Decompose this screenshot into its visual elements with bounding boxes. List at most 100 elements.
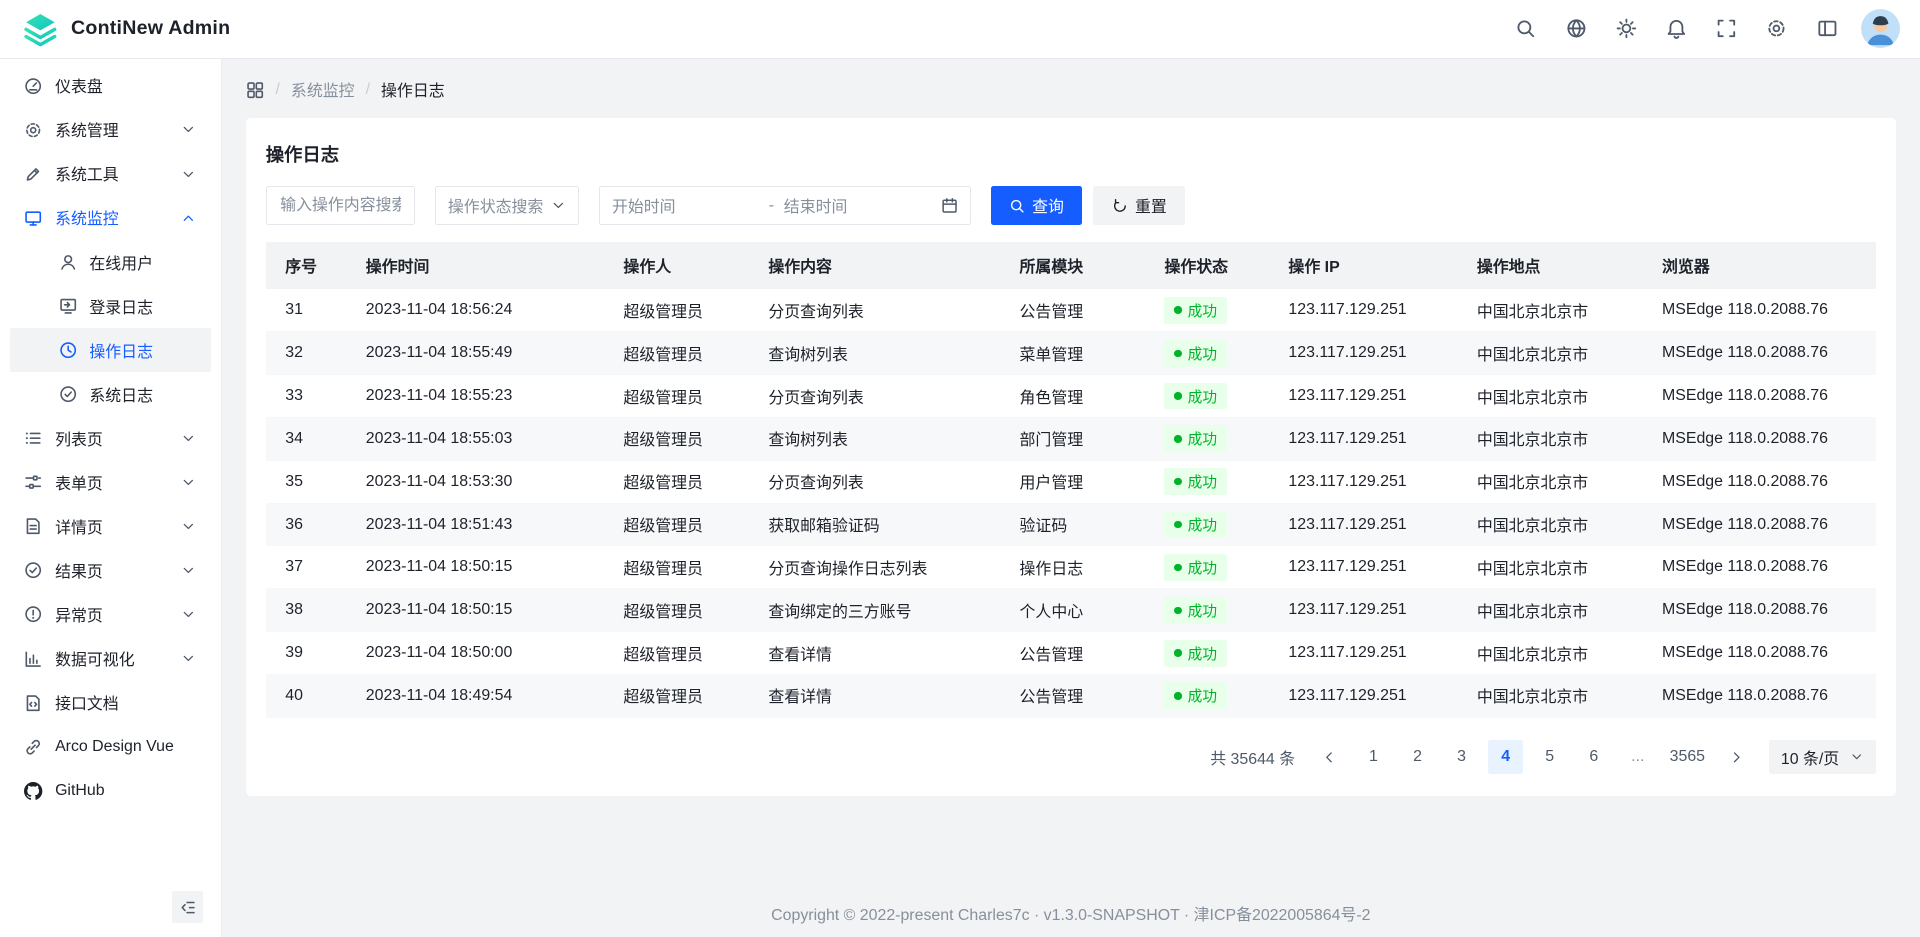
column-header: 序号	[266, 242, 347, 289]
detail-icon	[24, 517, 42, 535]
column-header: 操作时间	[346, 242, 604, 289]
search-icon[interactable]	[1506, 9, 1545, 48]
cell-operator: 超级管理员	[604, 675, 749, 718]
sidebar-item-online-users[interactable]: 在线用户	[10, 240, 211, 284]
operation-content-search-input[interactable]	[266, 186, 415, 225]
sidebar-item-system-management[interactable]: 系统管理	[10, 108, 211, 152]
status-label: 成功	[1188, 514, 1217, 535]
column-header: 浏览器	[1642, 242, 1876, 289]
cell-module: 公告管理	[1000, 632, 1145, 675]
search-icon	[1009, 198, 1025, 214]
status-label: 成功	[1188, 300, 1217, 321]
sidebar-item-result-page[interactable]: 结果页	[10, 549, 211, 593]
apps-grid-icon[interactable]	[246, 81, 264, 99]
bell-icon[interactable]	[1657, 9, 1696, 48]
cell-operator: 超级管理员	[604, 589, 749, 632]
cell-time: 2023-11-04 18:55:23	[346, 375, 604, 418]
cell-content: 查询树列表	[749, 332, 1000, 375]
status-dot-icon	[1174, 607, 1181, 614]
app-root: ContiNew Admin 仪表盘系统管理系统工具系统监控在线用户登录日志操作…	[0, 0, 1920, 937]
pagination-page-1[interactable]: 1	[1356, 740, 1390, 774]
sidebar-item-data-visualization[interactable]: 数据可视化	[10, 637, 211, 681]
sidebar-item-operation-log[interactable]: 操作日志	[10, 328, 211, 372]
translate-icon[interactable]	[1556, 9, 1595, 48]
brand[interactable]: ContiNew Admin	[22, 11, 230, 48]
pagination-page-2[interactable]: 2	[1400, 740, 1434, 774]
app-title: ContiNew Admin	[71, 17, 230, 40]
query-button-label: 查询	[1032, 194, 1064, 217]
status-dot-icon	[1174, 564, 1181, 571]
cell-location: 中国北京北京市	[1457, 417, 1642, 460]
operation-status-select[interactable]: 操作状态搜索	[435, 186, 579, 225]
chevron-down-icon	[181, 607, 196, 622]
sidebar-item-login-log[interactable]: 登录日志	[10, 284, 211, 328]
cell-operator: 超级管理员	[604, 632, 749, 675]
page-size-select[interactable]: 10 条/页	[1769, 740, 1876, 774]
theme-icon[interactable]	[1607, 9, 1646, 48]
sidebar-item-list-page[interactable]: 列表页	[10, 416, 211, 460]
cell-browser: MSEdge 118.0.2088.76	[1642, 589, 1876, 632]
sidebar-item-system-log[interactable]: 系统日志	[10, 372, 211, 416]
cell-content: 查看详情	[749, 632, 1000, 675]
filter-buttons: 查询 重置	[991, 186, 1186, 225]
breadcrumb-item-system-monitor[interactable]: 系统监控	[291, 78, 355, 101]
cell-ip: 123.117.129.251	[1269, 460, 1457, 503]
pagination-next-icon[interactable]	[1720, 740, 1754, 774]
breadcrumb-separator: /	[275, 81, 279, 99]
status-badge: 成功	[1164, 511, 1226, 538]
result-icon	[24, 561, 42, 579]
chevron-down-icon	[1850, 750, 1863, 763]
cell-module: 角色管理	[1000, 375, 1145, 418]
status-dot-icon	[1174, 521, 1181, 528]
pagination-page-3[interactable]: 3	[1444, 740, 1478, 774]
cell-ip: 123.117.129.251	[1269, 503, 1457, 546]
cell-operator: 超级管理员	[604, 546, 749, 589]
pagination-page-6[interactable]: 6	[1577, 740, 1611, 774]
sidebar-item-api-docs[interactable]: 接口文档	[10, 681, 211, 725]
pagination-page-3565[interactable]: 3565	[1665, 740, 1710, 774]
sidebar-item-system-tools[interactable]: 系统工具	[10, 152, 211, 196]
cell-time: 2023-11-04 18:50:15	[346, 546, 604, 589]
settings-icon[interactable]	[1757, 9, 1796, 48]
layout-icon[interactable]	[1807, 9, 1846, 48]
exception-icon	[24, 605, 42, 623]
cell-seq: 31	[266, 289, 347, 332]
sidebar-item-dashboard[interactable]: 仪表盘	[10, 64, 211, 108]
sidebar-footer	[0, 885, 221, 936]
sidebar-item-label: 表单页	[55, 471, 103, 494]
cell-seq: 40	[266, 675, 347, 718]
sidebar-item-detail-page[interactable]: 详情页	[10, 504, 211, 548]
column-header: 操作状态	[1145, 242, 1269, 289]
pagination-prev-icon[interactable]	[1312, 740, 1346, 774]
page-title: 操作日志	[266, 141, 1876, 167]
date-range-picker[interactable]: 开始时间 - 结束时间	[599, 186, 971, 225]
collapse-sidebar-icon[interactable]	[172, 891, 204, 923]
cell-browser: MSEdge 118.0.2088.76	[1642, 460, 1876, 503]
status-badge: 成功	[1164, 554, 1226, 581]
cell-module: 个人中心	[1000, 589, 1145, 632]
sidebar-item-form-page[interactable]: 表单页	[10, 460, 211, 504]
cell-content: 获取邮箱验证码	[749, 503, 1000, 546]
cell-operator: 超级管理员	[604, 417, 749, 460]
cell-status: 成功	[1145, 632, 1269, 675]
cell-seq: 34	[266, 417, 347, 460]
sidebar-item-github[interactable]: GitHub	[10, 769, 211, 813]
pagination-page-5[interactable]: 5	[1533, 740, 1567, 774]
sidebar-menu: 仪表盘系统管理系统工具系统监控在线用户登录日志操作日志系统日志列表页表单页详情页…	[0, 64, 221, 886]
status-badge: 成功	[1164, 383, 1226, 410]
cell-status: 成功	[1145, 589, 1269, 632]
cell-time: 2023-11-04 18:55:03	[346, 417, 604, 460]
fullscreen-icon[interactable]	[1707, 9, 1746, 48]
cell-operator: 超级管理员	[604, 289, 749, 332]
sidebar-item-system-monitor[interactable]: 系统监控	[10, 196, 211, 240]
sidebar-item-exception-page[interactable]: 异常页	[10, 593, 211, 637]
avatar[interactable]	[1861, 9, 1900, 48]
sidebar-item-arco-design-vue[interactable]: Arco Design Vue	[10, 725, 211, 769]
query-button[interactable]: 查询	[991, 186, 1083, 225]
sidebar: 仪表盘系统管理系统工具系统监控在线用户登录日志操作日志系统日志列表页表单页详情页…	[0, 59, 222, 937]
cell-content: 分页查询列表	[749, 460, 1000, 503]
sidebar-item-label: 在线用户	[89, 251, 153, 274]
reset-button[interactable]: 重置	[1093, 186, 1185, 225]
pagination-page-4[interactable]: 4	[1488, 740, 1522, 774]
chevron-down-icon	[181, 431, 196, 446]
